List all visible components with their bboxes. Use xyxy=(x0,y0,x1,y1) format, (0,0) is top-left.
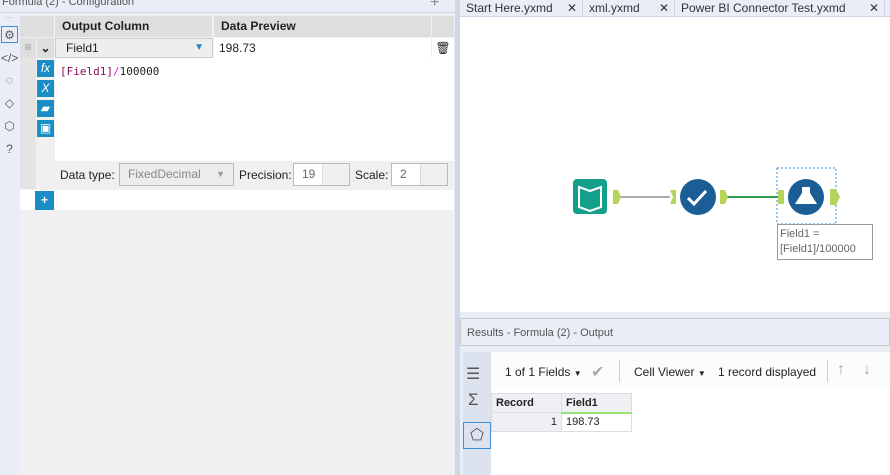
gear-icon[interactable]: ⚙ xyxy=(1,26,18,43)
input-anchor xyxy=(670,190,676,204)
arrow-down-icon[interactable]: ↓ xyxy=(863,361,871,379)
header-blank xyxy=(20,16,54,37)
drag-handle[interactable]: ≡ xyxy=(20,38,36,58)
connection-icon[interactable]: ◌ xyxy=(1,72,18,89)
close-icon[interactable]: ✕ xyxy=(659,0,669,16)
output-anchor xyxy=(720,190,728,204)
results-toolbar: 1 of 1 Fields ▼ ✔ Cell Viewer ▼ 1 record… xyxy=(491,352,890,390)
variable-x-icon[interactable]: X xyxy=(37,80,54,97)
annotation-line: Field1 = xyxy=(780,228,820,240)
output-column-value: Field1 xyxy=(66,41,99,55)
precision-value: 19 xyxy=(302,167,316,181)
help-icon[interactable]: ? xyxy=(1,141,18,158)
output-column-header: Output Column xyxy=(55,16,212,37)
cell-viewer-dropdown[interactable]: Cell Viewer ▼ xyxy=(634,365,706,379)
scale-stepper[interactable]: 2 xyxy=(391,163,448,186)
data-preview-header: Data Preview xyxy=(214,16,431,37)
code-icon[interactable]: </> xyxy=(1,50,18,67)
select-check-icon xyxy=(680,179,716,215)
records-count: 1 record displayed xyxy=(718,365,817,379)
expr-operator: / xyxy=(113,65,120,78)
tab-label: Power BI Connector Test.yxmd xyxy=(681,1,846,15)
column-header-field1[interactable]: Field1 xyxy=(561,393,632,414)
tab-power-bi[interactable]: Power BI Connector Test.yxmd ✕ xyxy=(675,0,885,17)
spin-buttons[interactable] xyxy=(322,164,349,185)
data-type-label: Data type: xyxy=(60,168,115,182)
tab-start-here[interactable]: Start Here.yxmd ✕ xyxy=(460,0,583,17)
tab-label: Start Here.yxmd xyxy=(466,1,553,15)
data-preview-value: 198.73 xyxy=(214,38,431,58)
dropdown-arrow-icon: ▼ xyxy=(194,42,204,53)
annotation-line: [Field1]/100000 xyxy=(780,243,856,255)
scale-label: Scale: xyxy=(355,168,389,182)
open-folder-icon[interactable]: ▰ xyxy=(37,100,54,117)
config-title: Formula (2) - Configuration xyxy=(0,0,455,13)
results-sidebar: ☰ Σ ⬠ xyxy=(463,352,491,475)
function-fx-icon[interactable]: fx xyxy=(37,60,54,77)
output-column-select[interactable]: Field1 ▼ xyxy=(55,38,213,58)
expr-number: 100000 xyxy=(119,65,160,78)
save-icon[interactable]: ▣ xyxy=(37,120,54,137)
row-gutter xyxy=(20,58,36,189)
results-grid: Record Field1 1 198.73 xyxy=(491,390,890,475)
results-title: Results - Formula (2) - Output xyxy=(460,318,890,346)
cell-viewer-label: Cell Viewer xyxy=(634,365,695,379)
cell-value[interactable]: 198.73 xyxy=(561,412,632,432)
summary-sigma-icon[interactable]: Σ xyxy=(468,390,479,410)
fields-dropdown[interactable]: 1 of 1 Fields ▼ xyxy=(505,365,582,379)
toolbar-divider xyxy=(619,360,620,382)
tool-annotation: Field1 = [Field1]/100000 xyxy=(777,224,873,260)
data-type-row: Data type: FixedDecimal ▼ Precision: 19 S… xyxy=(55,161,454,189)
close-icon[interactable]: ✕ xyxy=(869,0,879,16)
record-number: 1 xyxy=(491,412,562,432)
toolbar-divider xyxy=(827,360,828,382)
header-blank-2 xyxy=(432,16,454,37)
tag-icon[interactable]: ◇ xyxy=(1,95,18,112)
spin-buttons[interactable] xyxy=(420,164,447,185)
checkmark-icon[interactable]: ✔ xyxy=(591,362,604,382)
precision-label: Precision: xyxy=(239,168,292,182)
data-type-value: FixedDecimal xyxy=(128,167,201,181)
output-tag-icon[interactable]: ⬠ xyxy=(463,422,491,449)
expr-bracket: ] xyxy=(106,65,113,78)
tab-xml[interactable]: xml.yxmd ✕ xyxy=(583,0,675,17)
output-anchor xyxy=(830,189,840,205)
config-sidebar: ··· ⚙ </> ◌ ◇ ⬡ ? xyxy=(0,13,20,475)
plus-icon[interactable]: + xyxy=(430,0,450,12)
tab-bar: Start Here.yxmd ✕ xml.yxmd ✕ Power BI Conn… xyxy=(460,0,890,17)
data-type-select[interactable]: FixedDecimal ▼ xyxy=(119,163,234,186)
collapse-chevron-icon[interactable]: ⌄ xyxy=(37,38,54,58)
column-header-record[interactable]: Record xyxy=(491,393,562,413)
expr-field: Field1 xyxy=(66,65,107,78)
add-row xyxy=(20,190,454,210)
fields-label: 1 of 1 Fields xyxy=(505,365,571,379)
scale-value: 2 xyxy=(400,167,407,181)
arrow-up-icon[interactable]: ↑ xyxy=(837,361,845,379)
workflow-canvas[interactable]: Field1 = [Field1]/100000 xyxy=(460,17,890,312)
input-anchor xyxy=(778,190,784,204)
dropdown-arrow-icon: ▼ xyxy=(216,169,225,179)
expression-editor[interactable]: [Field1]/100000 xyxy=(55,58,454,161)
formula-grid: Output Column Data Preview ≡ ⌄ Field1 ▼ 1… xyxy=(20,14,454,475)
cube-icon[interactable]: ⬡ xyxy=(1,118,18,135)
output-anchor xyxy=(613,190,621,204)
precision-stepper[interactable]: 19 xyxy=(293,163,350,186)
workflow-diagram xyxy=(573,167,840,225)
input-book-icon xyxy=(573,179,607,214)
expr-bracket: [ xyxy=(60,65,67,78)
delete-trash-icon[interactable]: 🗑 xyxy=(432,38,454,58)
close-icon[interactable]: ✕ xyxy=(567,0,577,16)
formula-flask-icon xyxy=(788,179,824,215)
table-view-icon[interactable]: ☰ xyxy=(466,364,480,384)
tab-label: xml.yxmd xyxy=(589,1,640,15)
add-field-button[interactable]: + xyxy=(35,191,54,210)
